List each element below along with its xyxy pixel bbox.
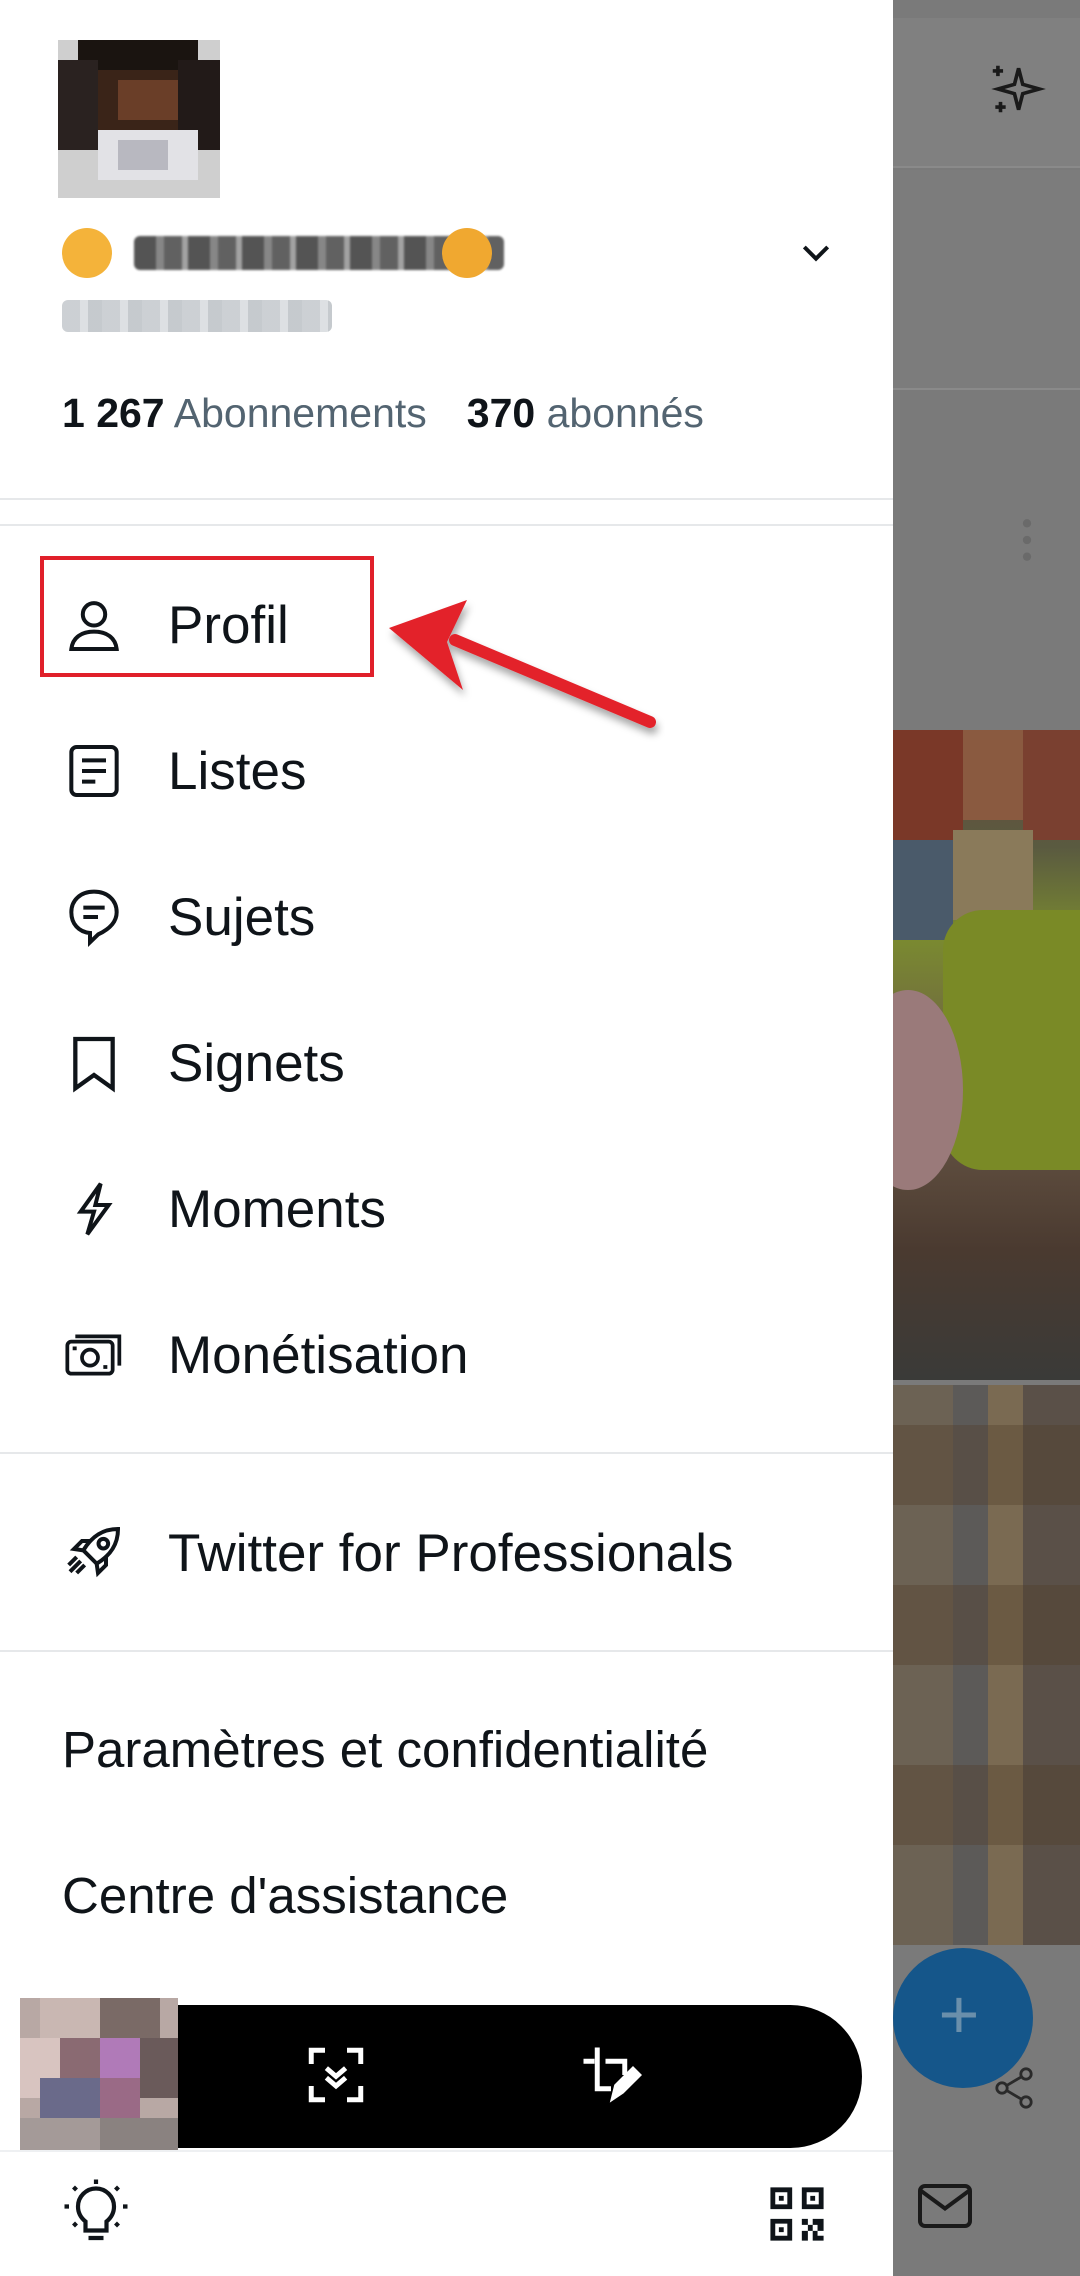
compose-plus-label: + [938, 1975, 980, 2053]
chevron-down-icon[interactable] [796, 232, 836, 272]
help-center-link[interactable]: Centre d'assistance [62, 1866, 508, 1925]
menu-item-signets[interactable]: Signets [0, 990, 893, 1136]
menu-item-sujets[interactable]: Sujets [0, 844, 893, 990]
highlight-box [40, 556, 374, 677]
divider [0, 498, 893, 500]
topics-icon [69, 889, 119, 948]
menu-item-label: Signets [168, 1033, 345, 1093]
followers-link[interactable]: 370 abonnés [467, 390, 704, 436]
settings-privacy-link[interactable]: Paramètres et confidentialité [62, 1720, 708, 1779]
edit-crop-icon[interactable] [578, 2042, 644, 2108]
menu-item-label: Sujets [168, 887, 316, 947]
following-count: 1 267 [62, 390, 165, 436]
following-link[interactable]: 1 267 Abonnements [62, 390, 427, 436]
floating-toolbar [60, 2005, 862, 2148]
display-name[interactable] [62, 228, 512, 278]
bookmark-icon [73, 1036, 115, 1093]
follow-stats: 1 267 Abonnements 370 abonnés [62, 390, 704, 437]
menu-item-professionals[interactable]: Twitter for Professionals [0, 1480, 893, 1626]
menu-item-monetisation[interactable]: Monétisation [0, 1282, 893, 1428]
followers-count: 370 [466, 390, 536, 436]
timeline-tweet-header [893, 170, 1080, 390]
menu-item-label: Listes [168, 741, 307, 801]
share-icon[interactable] [990, 2062, 1038, 2114]
divider [0, 1452, 893, 1454]
user-handle [62, 300, 332, 332]
kiss-emoji-icon [442, 228, 492, 278]
timeline-photo[interactable] [893, 730, 1080, 1380]
menu-item-moments[interactable]: Moments [0, 1136, 893, 1282]
red-arrow-icon [389, 600, 656, 728]
divider [0, 1650, 893, 1652]
drawer-bottom-bar [0, 2150, 893, 2276]
lightbulb-icon[interactable] [60, 2178, 132, 2250]
more-icon[interactable] [1016, 515, 1038, 565]
navigation-drawer: 1 267 Abonnements 370 abonnés Profil List… [0, 0, 893, 2276]
menu-item-label: Twitter for Professionals [168, 1523, 734, 1583]
money-icon [65, 1334, 122, 1376]
sparkle-icon[interactable] [985, 58, 1047, 120]
lightning-icon [76, 1182, 113, 1236]
scan-icon[interactable] [303, 2042, 369, 2108]
toolbar-avatar[interactable] [20, 1998, 178, 2158]
menu-item-label: Monétisation [168, 1325, 469, 1385]
rocket-icon [67, 1526, 121, 1578]
smiley-emoji-icon [62, 228, 112, 278]
avatar[interactable] [58, 40, 220, 198]
list-icon [69, 745, 119, 797]
menu-item-label: Moments [168, 1179, 386, 1239]
timeline-background [893, 0, 1080, 2276]
messages-icon[interactable] [915, 2178, 975, 2234]
timeline-photo-2[interactable] [893, 1385, 1080, 1945]
divider [0, 524, 893, 526]
followers-label: abonnés [546, 390, 704, 436]
qr-code-icon[interactable] [768, 2185, 826, 2243]
following-label: Abonnements [173, 390, 427, 436]
